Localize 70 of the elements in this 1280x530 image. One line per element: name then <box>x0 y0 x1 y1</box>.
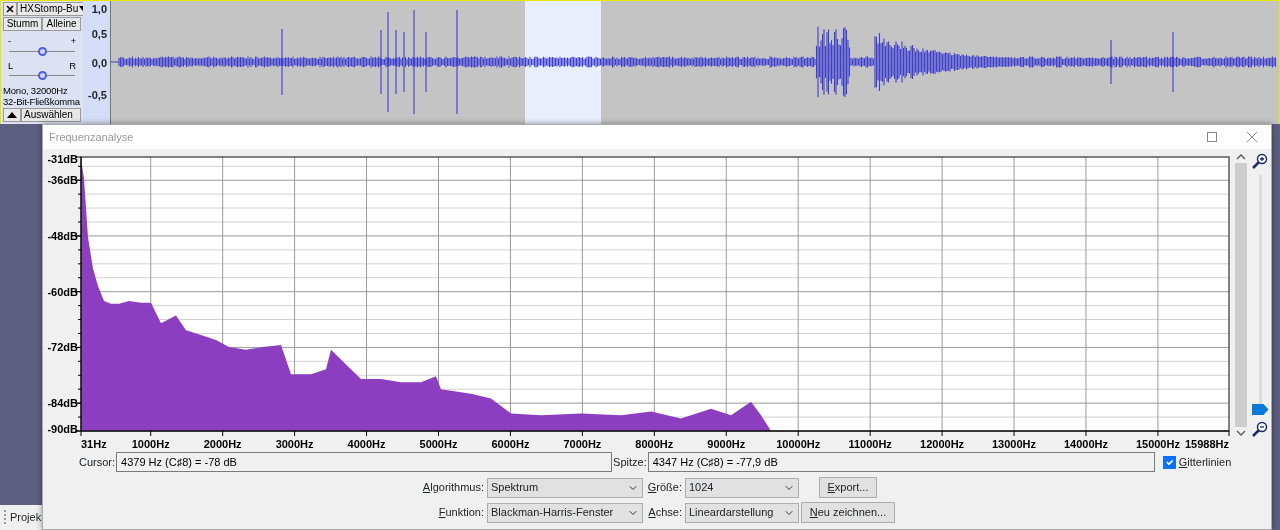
axis-label: 2000Hz <box>203 438 242 450</box>
axis-label: 3000Hz <box>275 438 314 450</box>
export-button[interactable]: Export... <box>818 477 878 498</box>
axis-label: -90dB <box>47 423 78 435</box>
axis-label: 5000Hz <box>419 438 458 450</box>
ruler-label: 1,0 <box>91 3 107 15</box>
zoom-in-icon[interactable] <box>1252 153 1268 169</box>
window-title: Frequenzanalyse <box>49 129 134 145</box>
dropdown-label: Funktion: <box>437 505 485 521</box>
track-info: 32-Bit-Fließkomma <box>3 96 81 107</box>
slider-label: + <box>70 36 76 46</box>
axis-label: 4000Hz <box>347 438 386 450</box>
axis-label: -72dB <box>47 341 78 354</box>
close-icon <box>6 5 14 13</box>
axis-label: 1000Hz <box>131 438 170 450</box>
axis-label: 9000Hz <box>707 438 746 450</box>
function-dropdown[interactable]: Blackman-Harris-Fenster <box>487 502 643 523</box>
axis-label: 8000Hz <box>635 438 674 450</box>
axis-label: 15000Hz <box>1135 438 1180 450</box>
track-name: HXStomp-Bu <box>20 3 79 15</box>
axis-label: 12000Hz <box>920 438 965 450</box>
field-label: Spitze: <box>612 454 648 470</box>
peak-field[interactable]: 4347 Hz (C♯8) = -77,9 dB <box>647 452 1155 472</box>
ruler-label: -0,5 <box>88 89 107 101</box>
cursor-field[interactable]: 4379 Hz (C♯8) = -78 dB <box>116 452 613 472</box>
ruler-label: 0,0 <box>91 57 107 69</box>
dropdown-label: Achse: <box>647 505 683 521</box>
slider-label: - <box>8 36 11 46</box>
redraw-button[interactable]: Neu zeichnen... <box>800 502 896 523</box>
algorithm-dropdown[interactable]: Spektrum <box>487 477 643 498</box>
collapse-button[interactable] <box>3 108 21 122</box>
close-button[interactable] <box>3 2 17 16</box>
axis-label: 15988Hz <box>1184 438 1229 450</box>
axis-label: 14000Hz <box>1063 438 1108 450</box>
slider-thumb[interactable] <box>38 46 47 56</box>
axis-label: -31dB <box>47 153 78 165</box>
axis-label: -84dB <box>47 397 78 410</box>
slider-label: R <box>69 60 76 71</box>
size-dropdown[interactable]: 1024 <box>685 477 799 498</box>
axis-label: 7000Hz <box>563 438 602 450</box>
scroll-up-button[interactable] <box>1236 153 1246 161</box>
axis-label: -36dB <box>47 174 78 187</box>
scroll-down-button[interactable] <box>1236 429 1246 437</box>
axis-label: 10000Hz <box>776 438 821 450</box>
mute-button[interactable]: Stumm <box>3 17 42 31</box>
dropdown-label: Algorithmus: <box>421 480 485 496</box>
axis-label: 11000Hz <box>848 438 892 450</box>
axis-label: 13000Hz <box>992 438 1037 450</box>
track-info: Mono, 32000Hz <box>3 85 69 96</box>
triangle-icon <box>7 112 17 118</box>
track-name-menu[interactable]: HXStomp-Bu <box>17 2 83 16</box>
slider-label: L <box>8 60 14 71</box>
solo-button[interactable]: Alleine <box>42 17 81 31</box>
maximize-button[interactable] <box>1207 132 1217 142</box>
axis-label: 6000Hz <box>491 438 530 450</box>
field-label: Cursor: <box>79 454 117 470</box>
select-button[interactable]: Auswählen <box>21 108 81 122</box>
axis-dropdown[interactable]: Lineardarstellung <box>685 502 799 523</box>
gridlines-checkbox[interactable] <box>1162 455 1176 469</box>
scrollbar-thumb[interactable] <box>1235 163 1247 427</box>
axis-label: 31Hz <box>81 438 107 450</box>
slider-thumb[interactable] <box>1251 404 1269 415</box>
checkbox-label[interactable]: Gitterlinien <box>1178 453 1232 471</box>
zoom-out-icon[interactable] <box>1252 421 1268 437</box>
axis-label: -60dB <box>47 285 78 298</box>
axis-label: -48dB <box>47 229 78 242</box>
ruler-label: 0,5 <box>91 28 107 40</box>
dropdown-label: Größe: <box>646 480 683 496</box>
grip-icon <box>4 509 7 526</box>
slider-thumb[interactable] <box>38 71 47 80</box>
